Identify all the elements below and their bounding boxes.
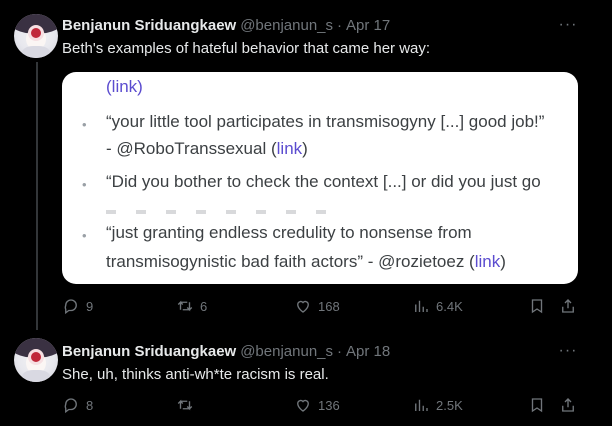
quote-item-3-line2: transmisogynistic bad faith actors” - @r… <box>106 252 506 271</box>
bullet-icon: • <box>82 228 87 243</box>
repost-button[interactable]: 6 <box>176 297 207 315</box>
tweet[interactable]: Benjanun Sriduangkaew @benjanun_s · Apr … <box>0 330 612 426</box>
like-button[interactable]: 168 <box>294 297 340 315</box>
reply-count: 8 <box>86 397 94 413</box>
reply-count: 9 <box>86 298 94 314</box>
reply-button[interactable]: 8 <box>62 396 93 414</box>
quote-item-1-line1: “your little tool participates in transm… <box>106 112 545 131</box>
embedded-image[interactable]: (link) • “your little tool participates … <box>62 72 578 284</box>
author-handle[interactable]: @benjanun_s <box>240 17 333 34</box>
bookmark-icon <box>531 398 543 413</box>
bullet-icon: • <box>82 177 87 192</box>
tweet-text: Beth's examples of hateful behavior that… <box>62 40 431 57</box>
reply-icon <box>64 398 77 414</box>
reply-button[interactable]: 9 <box>62 297 93 315</box>
share-icon <box>562 398 574 412</box>
author-name[interactable]: Benjanun Sriduangkaew <box>62 17 236 34</box>
share-button[interactable] <box>559 297 577 315</box>
tweet-date[interactable]: Apr 18 <box>346 343 390 360</box>
action-bar: 8 136 2.5K <box>62 396 582 416</box>
avatar[interactable] <box>14 338 58 382</box>
avatar-eye <box>28 349 44 365</box>
repost-icon <box>177 399 193 411</box>
tweet-header: Benjanun Sriduangkaew @benjanun_s · Apr … <box>62 343 390 360</box>
bookmark-button[interactable] <box>528 396 546 414</box>
like-count: 136 <box>318 397 340 413</box>
like-icon <box>297 399 309 412</box>
avatar-eye <box>28 25 44 41</box>
quote-item-3-line1: “just granting endless credulity to nons… <box>106 223 472 242</box>
share-button[interactable] <box>559 396 577 414</box>
separator: · <box>337 343 343 360</box>
bookmark-button[interactable] <box>528 297 546 315</box>
views-button[interactable]: 6.4K <box>412 297 463 315</box>
views-count: 2.5K <box>436 397 463 413</box>
clipped-text-fragment <box>106 210 326 214</box>
views-icon <box>415 399 428 411</box>
quote-item-2-line1: “Did you bother to check the context [..… <box>106 172 541 191</box>
avatar-body <box>22 370 50 382</box>
tweet-header: Benjanun Sriduangkaew @benjanun_s · Apr … <box>62 17 390 34</box>
tweet-text: She, uh, thinks anti-wh*te racism is rea… <box>62 366 329 383</box>
tweet-date[interactable]: Apr 17 <box>346 17 390 34</box>
separator: · <box>337 17 343 34</box>
like-count: 168 <box>318 298 340 314</box>
author-name[interactable]: Benjanun Sriduangkaew <box>62 343 236 360</box>
views-count: 6.4K <box>436 298 463 314</box>
reply-icon <box>64 299 77 315</box>
quote-item-1-line2: - @RoboTranssexual (link) <box>106 139 308 158</box>
views-button[interactable]: 2.5K <box>412 396 463 414</box>
quote-item-3-link[interactable]: link <box>475 252 501 271</box>
repost-button[interactable] <box>176 396 200 414</box>
share-icon <box>562 299 574 313</box>
more-icon[interactable]: ··· <box>558 342 578 360</box>
quote-top-link[interactable]: (link) <box>106 77 143 97</box>
quote-item-1-link[interactable]: link <box>277 139 303 158</box>
thread-line <box>36 62 38 330</box>
tweet[interactable]: Benjanun Sriduangkaew @benjanun_s · Apr … <box>0 0 612 330</box>
like-icon <box>297 300 309 313</box>
author-handle[interactable]: @benjanun_s <box>240 343 333 360</box>
like-button[interactable]: 136 <box>294 396 340 414</box>
avatar-body <box>22 46 50 58</box>
repost-count: 6 <box>200 298 208 314</box>
views-icon <box>415 300 428 312</box>
repost-icon <box>177 300 193 312</box>
avatar[interactable] <box>14 14 58 58</box>
action-bar: 9 6 168 6.4K <box>62 297 582 317</box>
bookmark-icon <box>531 299 543 314</box>
bullet-icon: • <box>82 117 87 132</box>
more-icon[interactable]: ··· <box>558 16 578 34</box>
